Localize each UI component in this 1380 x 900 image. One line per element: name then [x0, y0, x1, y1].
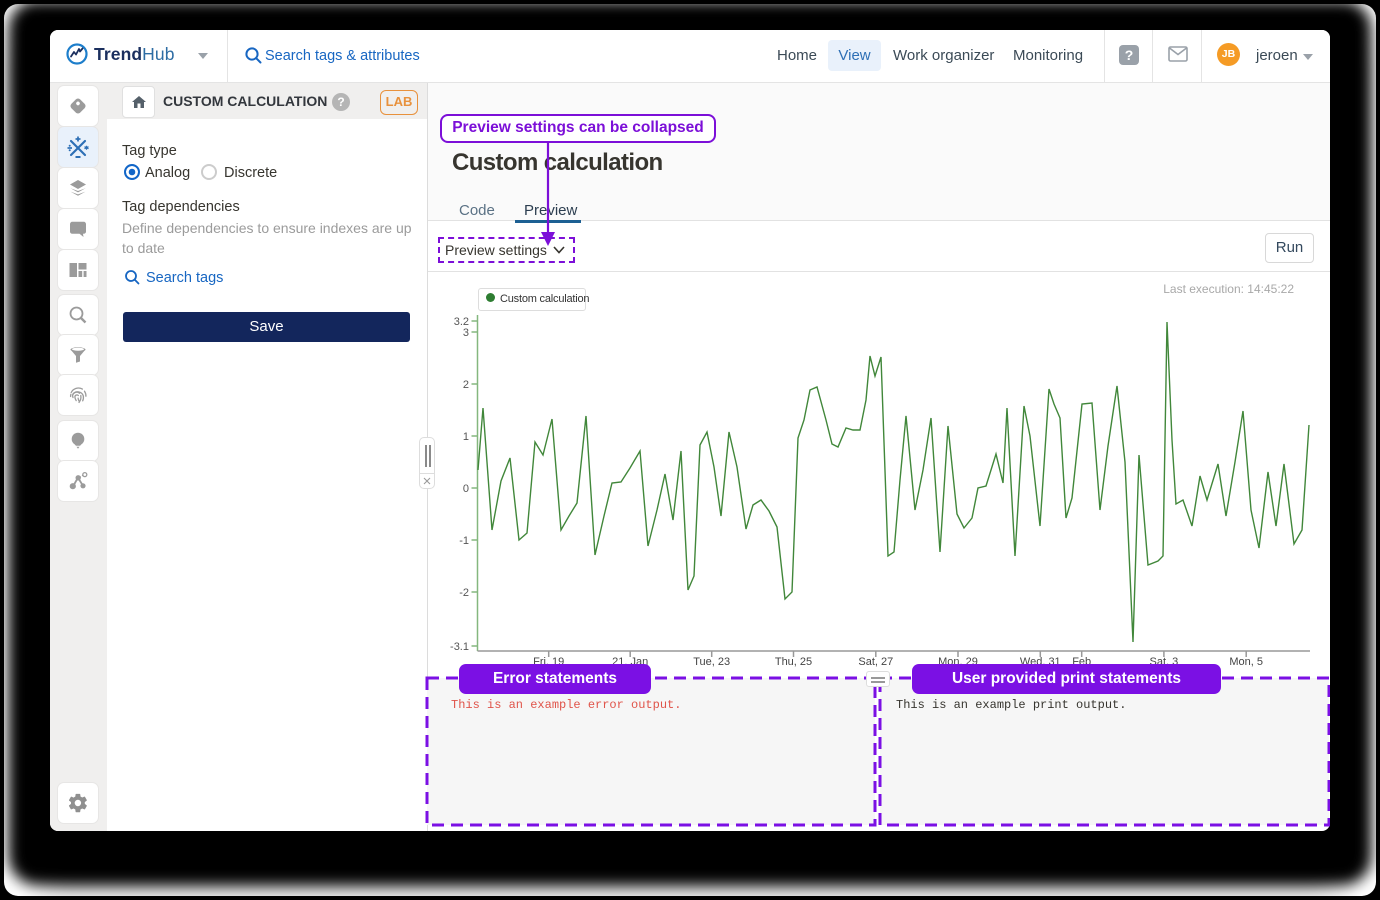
svg-text:1: 1 [463, 431, 469, 443]
svg-text:2: 2 [463, 379, 469, 391]
svg-text:Sat, 27: Sat, 27 [858, 656, 893, 668]
svg-text:3: 3 [463, 327, 469, 339]
svg-text:Mon, 5: Mon, 5 [1229, 656, 1263, 668]
svg-text:-1: -1 [459, 535, 469, 547]
svg-text:Thu, 25: Thu, 25 [775, 656, 812, 668]
svg-text:Tue, 23: Tue, 23 [693, 656, 730, 668]
svg-text:-2: -2 [459, 587, 469, 599]
svg-text:0: 0 [463, 483, 469, 495]
svg-text:-3.1: -3.1 [450, 641, 469, 653]
